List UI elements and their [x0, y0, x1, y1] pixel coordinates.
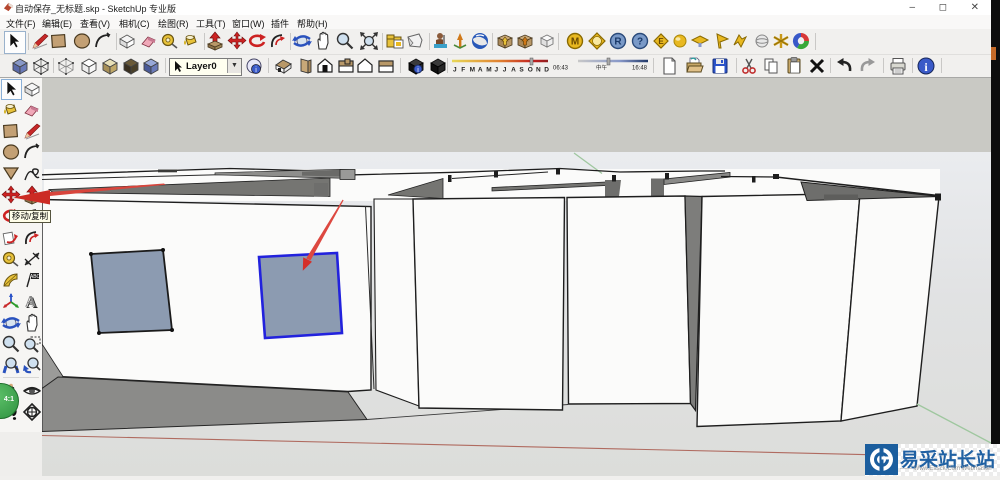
svg-text:D: D [544, 67, 549, 74]
svg-text:S: S [519, 67, 524, 74]
svg-text:J: J [495, 67, 499, 74]
svg-text:06:43: 06:43 [553, 66, 569, 72]
svg-text:16:48: 16:48 [632, 66, 648, 72]
svg-text:F: F [461, 67, 465, 74]
svg-text:中午: 中午 [596, 64, 608, 72]
svg-text:O: O [528, 67, 533, 74]
svg-text:A: A [24, 293, 36, 310]
svg-text:ABC: ABC [29, 274, 40, 280]
svg-text:M: M [486, 67, 491, 74]
svg-text:J: J [503, 67, 507, 74]
svg-text:M: M [470, 67, 475, 74]
svg-text:A: A [478, 67, 483, 74]
svg-text:A: A [511, 67, 516, 74]
svg-text:J: J [453, 67, 457, 74]
svg-text:N: N [536, 67, 541, 74]
